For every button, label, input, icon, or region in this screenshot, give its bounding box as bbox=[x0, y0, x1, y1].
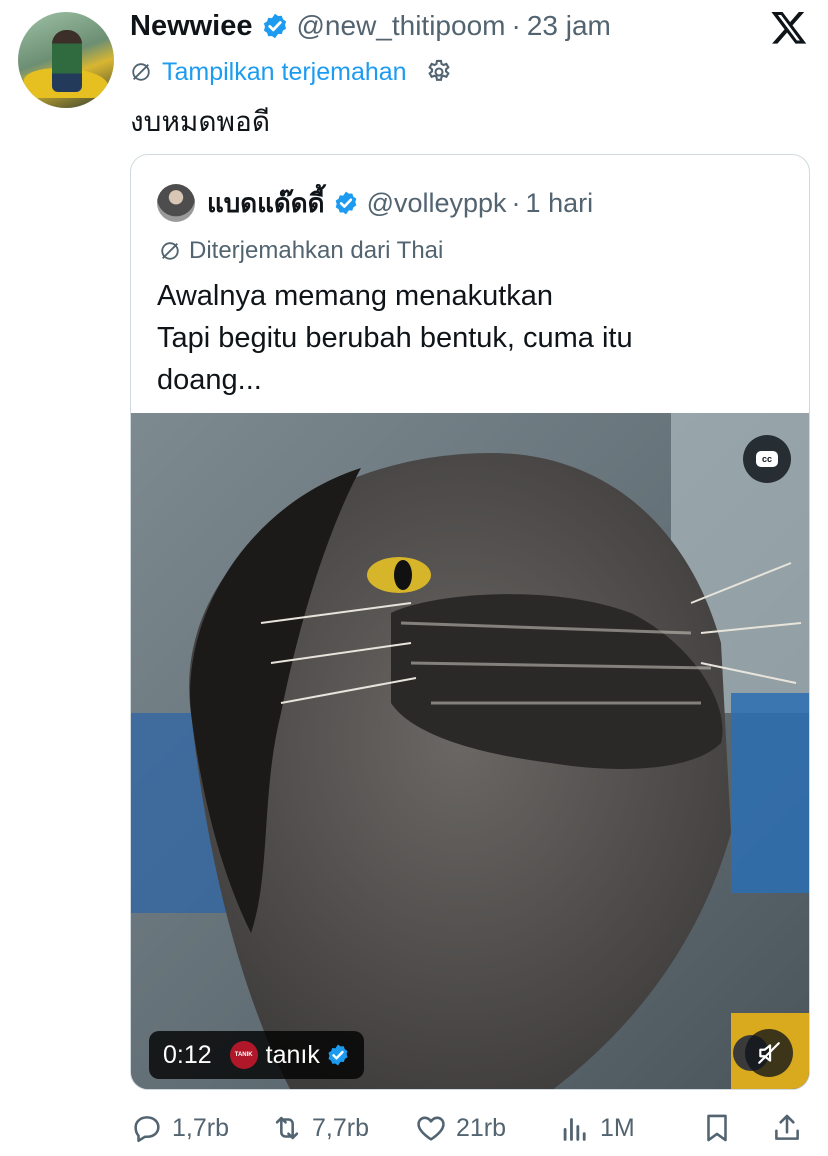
show-translation-link[interactable]: Tampilkan terjemahan bbox=[162, 58, 407, 87]
quote-display-name: แบดแด๊ดดี้ bbox=[207, 188, 325, 219]
quote-text: Awalnya memang menakutkan Tapi begitu be… bbox=[157, 275, 797, 401]
video-frame bbox=[131, 413, 809, 1089]
like-count: 21rb bbox=[456, 1113, 507, 1142]
mute-button[interactable] bbox=[745, 1029, 793, 1077]
gear-icon[interactable] bbox=[425, 58, 453, 86]
views-count: 1M bbox=[600, 1113, 635, 1142]
share-button[interactable] bbox=[770, 1104, 812, 1152]
repost-count: 7,7rb bbox=[312, 1113, 369, 1142]
video-player[interactable]: cc 0:12 TANIK tanık bbox=[131, 413, 809, 1089]
x-logo-icon[interactable] bbox=[770, 8, 808, 46]
reply-count: 1,7rb bbox=[172, 1113, 229, 1142]
author-display-name[interactable]: Newwiee bbox=[130, 10, 253, 43]
tweet-timestamp[interactable]: 23 jam bbox=[527, 10, 611, 42]
globe-translate-icon bbox=[161, 242, 179, 260]
captions-button[interactable]: cc bbox=[743, 435, 791, 483]
verified-badge-icon bbox=[328, 1044, 348, 1066]
globe-translate-icon bbox=[132, 63, 150, 81]
quote-author-avatar bbox=[157, 184, 195, 222]
cc-icon: cc bbox=[756, 451, 778, 467]
video-time: 0:12 bbox=[163, 1040, 212, 1069]
like-button[interactable]: 21rb bbox=[414, 1104, 506, 1152]
quote-translated-row: Diterjemahkan dari Thai bbox=[159, 235, 443, 267]
quote-text-line: Tapi begitu berubah bentuk, cuma itu bbox=[157, 322, 633, 354]
tweet-header: Newwiee @new_thitipoom · 23 jam bbox=[130, 6, 611, 46]
tweet-text: งบหมดพอดี bbox=[130, 105, 270, 138]
quote-separator: · bbox=[511, 187, 521, 218]
author-avatar[interactable] bbox=[18, 12, 114, 108]
reply-icon bbox=[134, 1116, 160, 1143]
video-info-pill: 0:12 TANIK tanık bbox=[149, 1031, 364, 1079]
action-bar: 1,7rb 7,7rb 21rb 1M bbox=[130, 1104, 814, 1152]
translated-from-label: Diterjemahkan dari Thai bbox=[189, 237, 444, 264]
quote-text-line: Awalnya memang menakutkan bbox=[157, 280, 554, 312]
like-icon bbox=[417, 1116, 445, 1141]
author-handle[interactable]: @new_thitipoom bbox=[297, 10, 506, 42]
quote-handle: @volleyppk bbox=[366, 187, 507, 218]
repost-icon bbox=[275, 1116, 299, 1140]
repost-button[interactable]: 7,7rb bbox=[270, 1104, 369, 1152]
quoted-tweet-card[interactable]: แบดแด๊ดดี้ @volleyppk · 1 hari Diterjema… bbox=[130, 154, 810, 1090]
views-button[interactable]: 1M bbox=[558, 1104, 635, 1152]
mute-icon bbox=[758, 1042, 780, 1064]
reply-button[interactable]: 1,7rb bbox=[130, 1104, 229, 1152]
views-icon bbox=[563, 1118, 586, 1141]
quote-text-line: doang... bbox=[157, 364, 262, 396]
header-separator: · bbox=[511, 10, 521, 41]
verified-badge-icon bbox=[263, 13, 286, 39]
avatar-person-shape bbox=[52, 30, 82, 92]
translate-row: Tampilkan terjemahan bbox=[130, 54, 453, 90]
source-logo-icon: TANIK bbox=[229, 1041, 258, 1069]
bookmark-button[interactable] bbox=[700, 1104, 742, 1152]
video-source-name: tanık bbox=[265, 1040, 320, 1069]
quote-header: แบดแด๊ดดี้ @volleyppk · 1 hari bbox=[157, 183, 593, 223]
bookmark-icon bbox=[707, 1114, 727, 1142]
verified-badge-icon bbox=[335, 191, 356, 215]
share-icon bbox=[775, 1114, 799, 1140]
quote-timestamp: 1 hari bbox=[525, 187, 594, 218]
